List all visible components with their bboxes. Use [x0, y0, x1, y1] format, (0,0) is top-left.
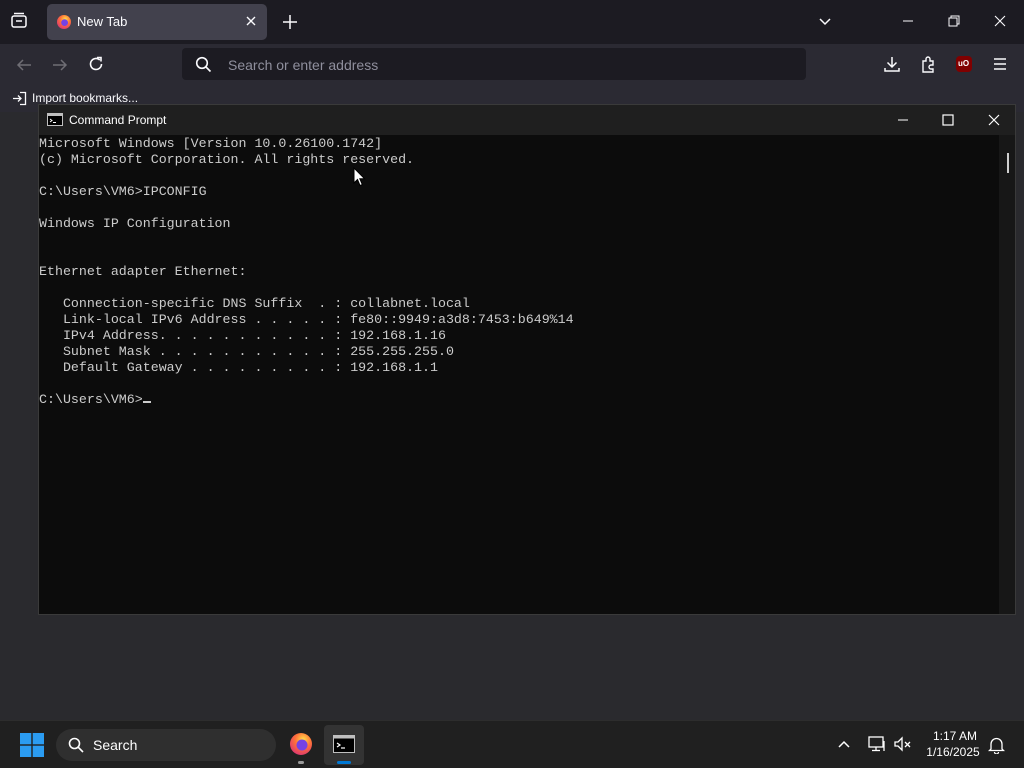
cmd-scrollbar-thumb[interactable]	[1007, 153, 1009, 173]
tab-list-icon[interactable]	[10, 12, 28, 30]
menu-icon[interactable]	[992, 56, 1008, 72]
command-prompt-window[interactable]: Command Prompt Microsoft Windows [Versio…	[38, 104, 1016, 615]
volume-muted-icon[interactable]	[893, 735, 913, 753]
ublock-icon[interactable]: uO	[956, 56, 972, 72]
console-line: (c) Microsoft Corporation. All rights re…	[39, 152, 415, 167]
firefox-running-indicator	[298, 761, 304, 764]
close-tab-icon[interactable]	[245, 15, 257, 27]
show-hidden-icons-icon[interactable]	[837, 737, 851, 751]
back-icon[interactable]	[15, 56, 33, 74]
taskbar-search-box[interactable]: Search	[56, 729, 276, 761]
close-icon[interactable]	[994, 15, 1006, 27]
console-line: Default Gateway . . . . . . . . . : 192.…	[39, 360, 438, 375]
console-line: Connection-specific DNS Suffix . : colla…	[39, 296, 470, 311]
console-line: Subnet Mask . . . . . . . . . . . : 255.…	[39, 344, 454, 359]
cmd-close-icon[interactable]	[988, 114, 1000, 126]
reload-icon[interactable]	[87, 55, 105, 73]
console-line: Windows IP Configuration	[39, 216, 231, 231]
console-line: C:\Users\VM6>IPCONFIG	[39, 184, 207, 199]
console-line: IPv4 Address. . . . . . . . . . . : 192.…	[39, 328, 446, 343]
taskbar-search-icon	[68, 737, 84, 753]
navigation-toolbar: Search or enter address uO	[0, 44, 1024, 86]
new-tab-icon[interactable]	[282, 14, 298, 30]
import-bookmarks-link[interactable]: Import bookmarks...	[32, 91, 138, 105]
ublock-badge: uO	[958, 59, 970, 68]
console-prompt: C:\Users\VM6>	[39, 392, 143, 407]
taskbar-firefox-icon[interactable]	[289, 732, 313, 756]
mouse-cursor-icon	[353, 167, 366, 187]
extensions-icon[interactable]	[920, 55, 938, 73]
forward-icon[interactable]	[51, 56, 69, 74]
cmd-active-indicator	[337, 761, 351, 764]
firefox-icon	[56, 14, 72, 30]
list-all-tabs-icon[interactable]	[818, 15, 832, 29]
cmd-console-output[interactable]: Microsoft Windows [Version 10.0.26100.17…	[39, 135, 999, 615]
downloads-icon[interactable]	[883, 55, 901, 73]
clock-date[interactable]: 1/16/2025	[918, 745, 988, 759]
clock-time[interactable]: 1:17 AM	[926, 729, 984, 743]
import-icon	[12, 91, 27, 106]
cmd-minimize-icon[interactable]	[897, 114, 909, 126]
browser-tabstrip: New Tab	[0, 0, 1024, 44]
console-line: Link-local IPv6 Address . . . . . : fe80…	[39, 312, 574, 327]
maximize-icon[interactable]	[942, 114, 954, 126]
cmd-scrollbar[interactable]	[999, 135, 1015, 614]
windows-start-icon[interactable]	[20, 733, 44, 757]
search-icon	[195, 56, 212, 73]
address-placeholder: Search or enter address	[228, 57, 379, 73]
text-cursor	[142, 401, 151, 403]
taskbar-cmd-icon	[333, 735, 355, 753]
console-line: Ethernet adapter Ethernet:	[39, 264, 247, 279]
tab-title: New Tab	[77, 14, 128, 29]
console-line: Microsoft Windows [Version 10.0.26100.17…	[39, 136, 383, 151]
tab-new-tab[interactable]: New Tab	[47, 4, 267, 40]
notification-bell-icon[interactable]	[988, 736, 1005, 754]
taskbar-cmd-button[interactable]	[324, 725, 364, 765]
windows-taskbar: Search 1:17 AM 1/16/2025	[0, 720, 1024, 768]
network-icon[interactable]	[867, 735, 887, 753]
taskbar-search-label: Search	[93, 737, 138, 753]
restore-icon[interactable]	[948, 15, 960, 27]
address-bar[interactable]: Search or enter address	[182, 48, 806, 80]
minimize-icon[interactable]	[902, 15, 914, 27]
cmd-window-title: Command Prompt	[69, 113, 167, 127]
cmd-titlebar[interactable]: Command Prompt	[39, 105, 1015, 135]
cmd-icon	[47, 113, 63, 126]
